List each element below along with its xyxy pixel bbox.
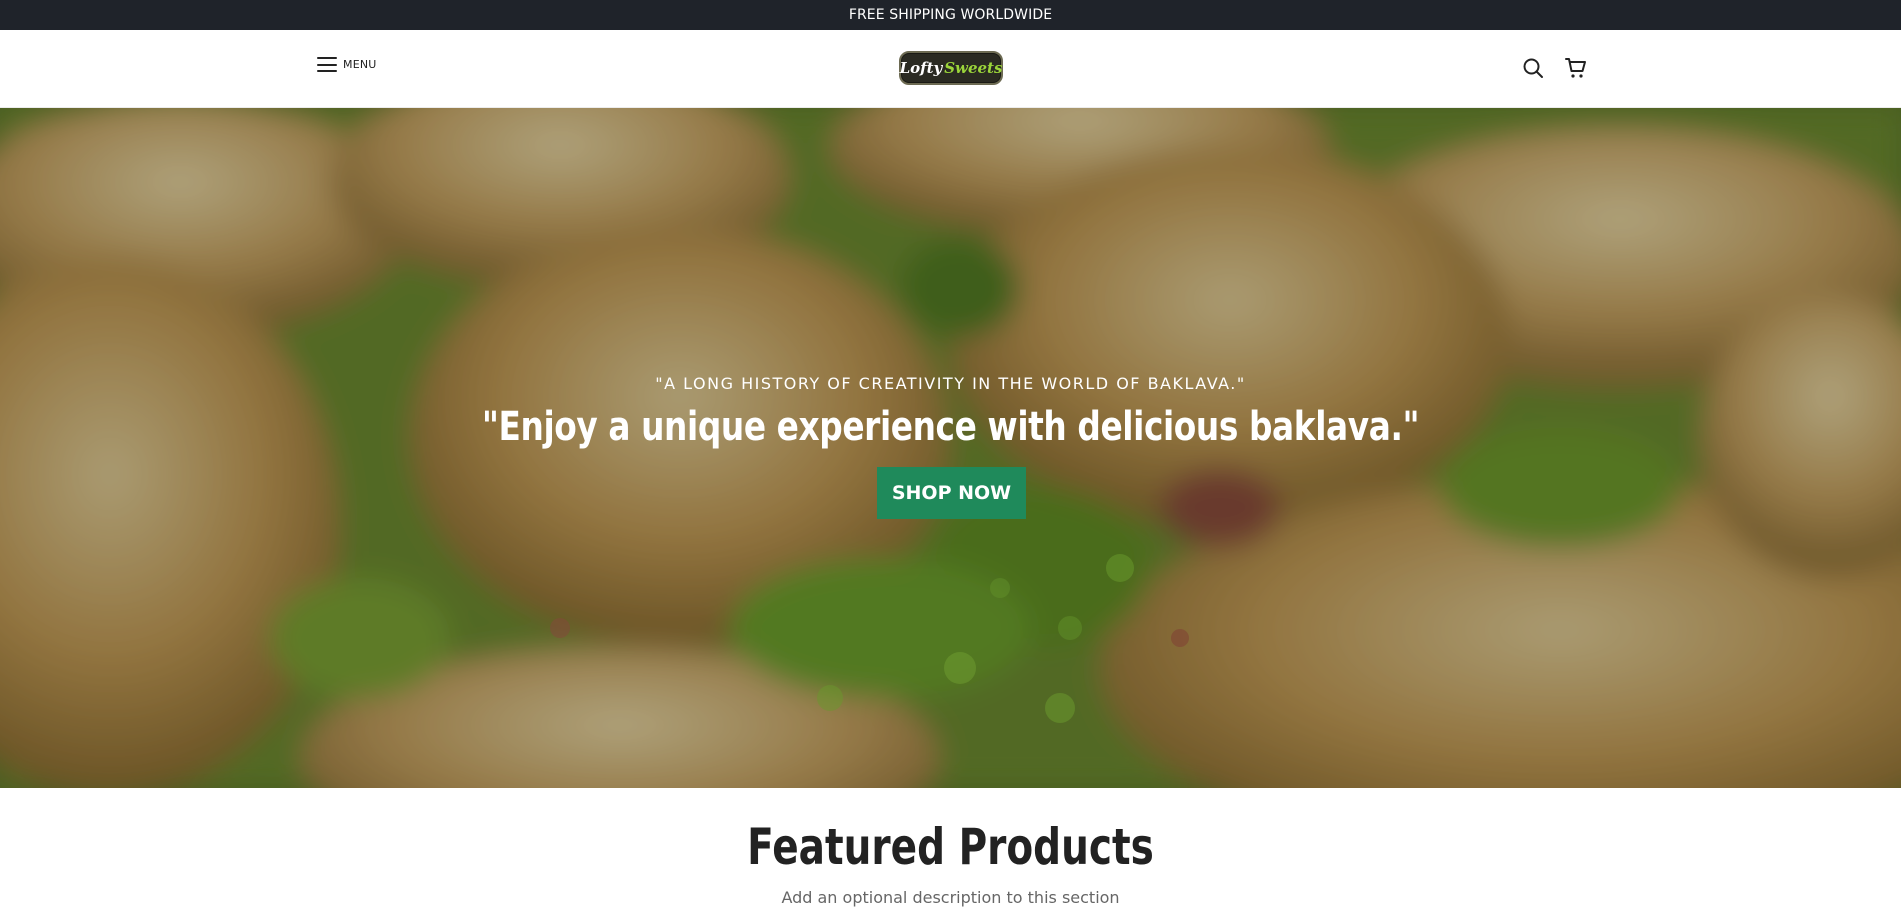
hero-title: "Enjoy a unique experience with deliciou… bbox=[481, 404, 1420, 450]
menu-button[interactable]: MENU bbox=[317, 57, 377, 72]
announcement-bar: FREE SHIPPING WORLDWIDE bbox=[0, 0, 1901, 30]
logo-word-lofty: Lofty bbox=[899, 59, 943, 77]
shop-now-button[interactable]: SHOP NOW bbox=[877, 467, 1026, 519]
site-header: MENU Lofty Sweets bbox=[0, 30, 1901, 108]
hero-subtitle: "A LONG HISTORY OF CREATIVITY IN THE WOR… bbox=[655, 374, 1246, 393]
search-icon[interactable] bbox=[1521, 56, 1545, 80]
featured-products-description: Add an optional description to this sect… bbox=[781, 888, 1120, 907]
hero-content: "A LONG HISTORY OF CREATIVITY IN THE WOR… bbox=[0, 108, 1901, 788]
menu-label: MENU bbox=[343, 58, 377, 71]
cart-icon[interactable] bbox=[1564, 56, 1588, 80]
announcement-text: FREE SHIPPING WORLDWIDE bbox=[848, 7, 1053, 23]
featured-products-heading: Featured Products bbox=[747, 818, 1154, 876]
hero-banner: "A LONG HISTORY OF CREATIVITY IN THE WOR… bbox=[0, 108, 1901, 788]
hamburger-icon bbox=[317, 57, 337, 72]
logo-word-sweets: Sweets bbox=[944, 59, 1003, 77]
site-logo[interactable]: Lofty Sweets bbox=[899, 51, 1003, 85]
